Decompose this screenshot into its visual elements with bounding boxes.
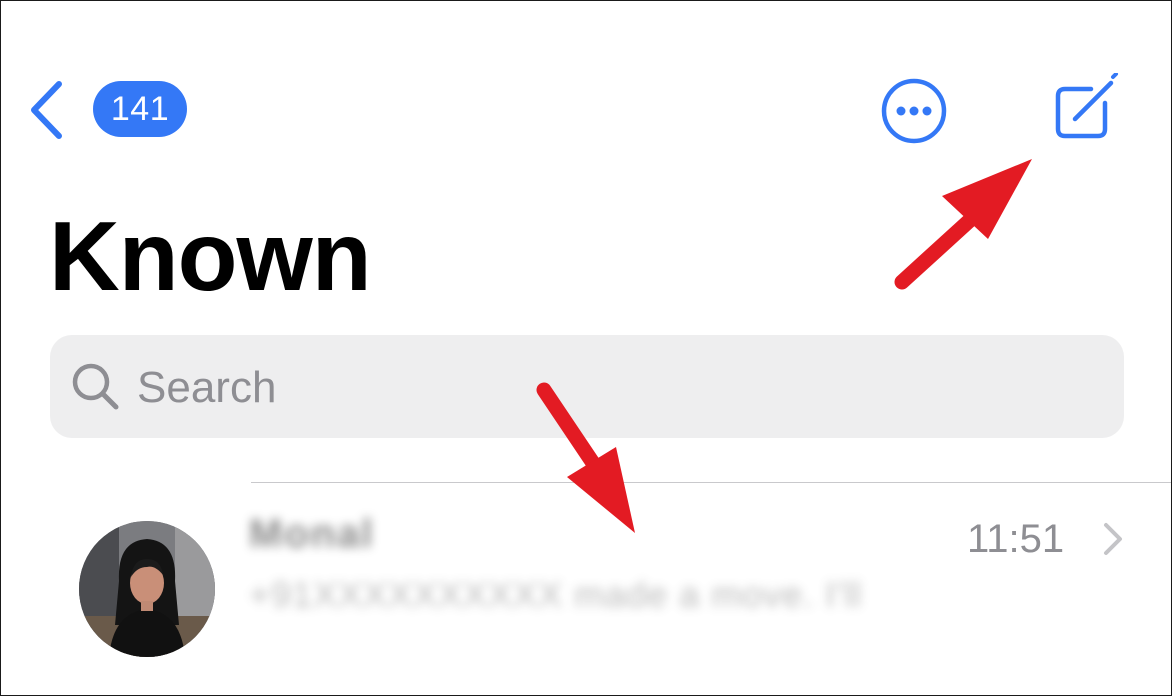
chevron-left-icon: [31, 81, 62, 139]
contact-name: Monal: [249, 512, 375, 556]
unread-count-badge[interactable]: 141: [93, 81, 187, 137]
compose-icon: [1055, 72, 1118, 139]
search-icon: [72, 363, 119, 410]
message-time: 11:51: [967, 517, 1065, 561]
search-placeholder: Search: [137, 363, 277, 412]
more-options-button[interactable]: [881, 78, 947, 144]
chevron-right-icon: [1104, 523, 1122, 555]
search-input[interactable]: Search: [50, 335, 1124, 438]
avatar: [79, 521, 215, 657]
message-preview: +91XXXXXXXXXX made a move. I'll: [249, 574, 863, 615]
contact-photo: [79, 521, 215, 657]
back-button[interactable]: [23, 75, 73, 145]
messages-screen: 141 Known Search Monal +91XXXXXXXXXX mad…: [0, 0, 1172, 696]
ellipsis-circle-icon: [881, 78, 947, 144]
compose-button[interactable]: [1051, 72, 1121, 143]
arrow-to-compose: [894, 159, 1032, 290]
page-title: Known: [49, 201, 372, 311]
conversation-row[interactable]: Monal +91XXXXXXXXXX made a move. I'll 11…: [1, 483, 1171, 695]
